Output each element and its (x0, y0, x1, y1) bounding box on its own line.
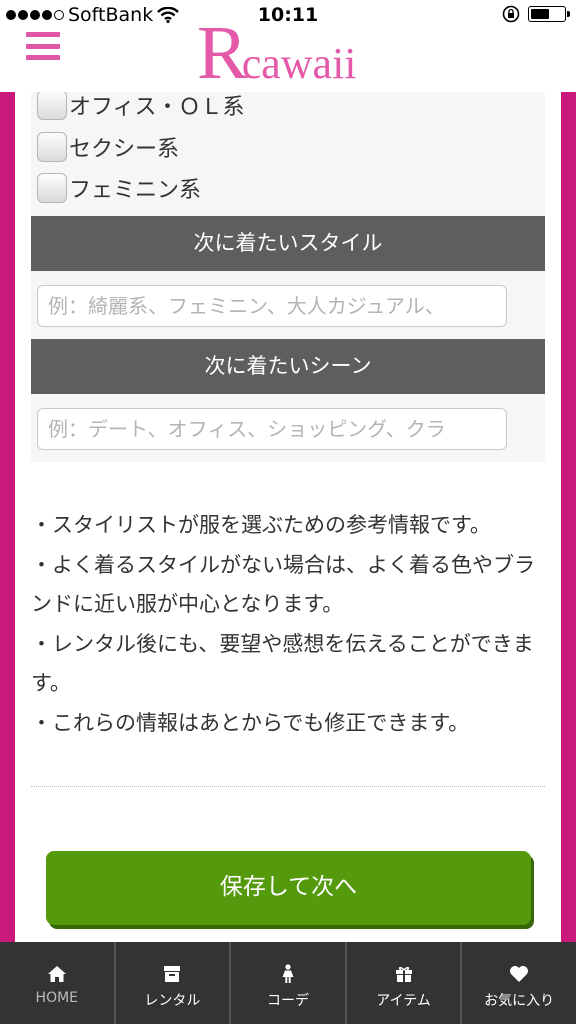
note-line: ・レンタル後にも、要望や感想を伝えることができます。 (31, 631, 534, 696)
checkbox[interactable] (37, 132, 67, 162)
main-content: オフィス・ＯＬ系 セクシー系 フェミニン系 次に着たいスタイル 例：綺麗系、フェ… (15, 92, 561, 942)
tab-label: お気に入り (484, 993, 555, 1009)
style-option-label: オフィス・ＯＬ系 (69, 95, 245, 120)
style-option-feminine[interactable]: フェミニン系 (37, 172, 201, 204)
home-icon (45, 964, 69, 984)
save-and-next-button[interactable]: 保存して次へ (46, 851, 531, 925)
left-side-border (0, 92, 15, 942)
dotted-divider (31, 786, 545, 787)
tab-item[interactable]: アイテム (344, 942, 461, 1024)
style-option-sexy[interactable]: セクシー系 (37, 131, 179, 163)
gift-icon (392, 964, 416, 984)
rcawaii-logo[interactable]: Rcawaii (197, 10, 357, 97)
battery-icon (528, 6, 570, 22)
tab-label: アイテム (376, 993, 431, 1009)
style-option-label: フェミニン系 (69, 178, 202, 203)
tab-label: レンタル (144, 993, 201, 1009)
status-bar-right (502, 5, 570, 23)
notes-text: ・スタイリストが服を選ぶための参考情報です。 ・よく着るスタイルがない場合は、よ… (31, 506, 551, 743)
note-line: ・よく着るスタイルがない場合は、よく着る色やブランドに近い服が中心となります。 (31, 552, 535, 617)
right-side-border (561, 92, 576, 942)
checkbox[interactable] (37, 92, 67, 120)
bottom-tab-bar: HOME レンタル コーデ アイテム お気に入り (0, 942, 576, 1024)
app-header: Rcawaii (0, 11, 576, 95)
heart-icon (507, 964, 531, 984)
next-style-heading: 次に着たいスタイル (31, 216, 545, 271)
note-line: ・これらの情報はあとからでも修正できます。 (31, 710, 470, 735)
tab-favorites[interactable]: お気に入り (460, 942, 576, 1024)
tab-label: コーデ (266, 993, 309, 1009)
note-line: ・スタイリストが服を選ぶための参考情報です。 (31, 513, 491, 537)
tab-home[interactable]: HOME (0, 942, 114, 1024)
next-scene-input[interactable]: 例：デート、オフィス、ショッピング、クラ (37, 408, 507, 450)
box-icon (160, 964, 184, 984)
next-style-input[interactable]: 例：綺麗系、フェミニン、大人カジュアル、 (37, 285, 507, 327)
style-option-label: セクシー系 (69, 137, 180, 162)
tab-coordinate[interactable]: コーデ (229, 942, 345, 1024)
female-figure-icon (276, 964, 300, 984)
next-scene-heading: 次に着たいシーン (31, 339, 545, 394)
style-option-office[interactable]: オフィス・ＯＬ系 (37, 92, 245, 121)
tab-label: HOME (35, 990, 79, 1006)
hamburger-menu-icon[interactable] (26, 32, 60, 60)
orientation-lock-icon (502, 5, 520, 23)
tab-rental[interactable]: レンタル (113, 942, 230, 1024)
checkbox[interactable] (37, 173, 67, 203)
